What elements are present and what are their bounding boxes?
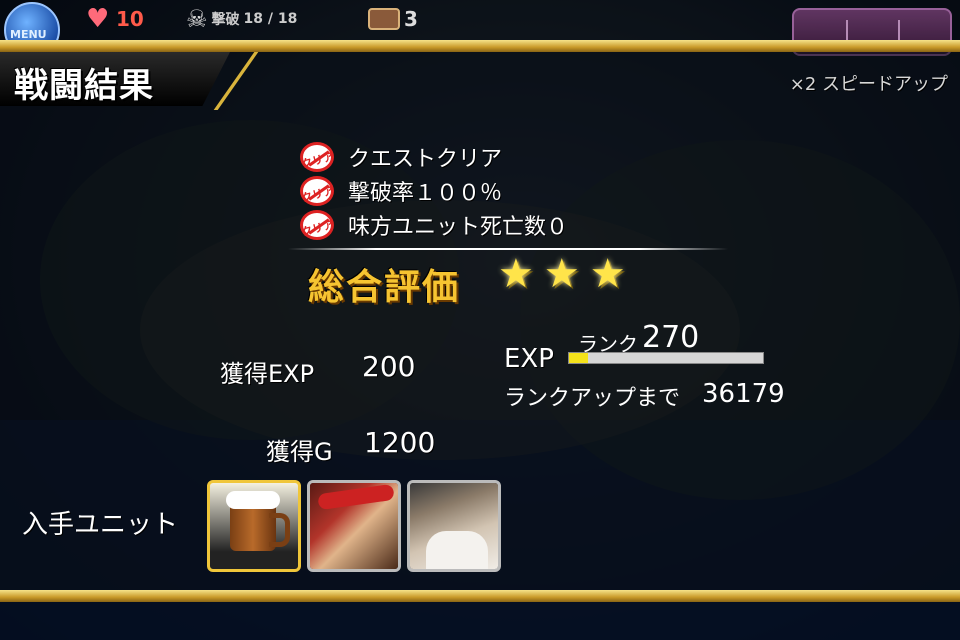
unit-slot-beer-mug[interactable] <box>207 480 301 572</box>
clear-badge-icon: クリア <box>300 176 335 206</box>
top-hud: MENU ♥ 10 ☠ 撃破 18 / 18 3 <box>0 0 960 58</box>
overall-rating-label: 総合評価 <box>308 267 461 308</box>
skull-icon: ☠ <box>186 5 208 33</box>
exp-progress-bar <box>568 352 764 364</box>
treasure-chest-icon <box>368 8 400 30</box>
beer-mug-icon <box>226 491 290 551</box>
pirate-portrait <box>310 483 398 569</box>
rankup-label: ランクアップまで <box>504 386 681 411</box>
exp-bar-label: EXP <box>504 344 554 374</box>
chest-value: 3 <box>404 7 418 31</box>
gold-earned-value: 1200 <box>364 426 436 459</box>
dwarf-portrait <box>410 483 498 569</box>
lives-value: 10 <box>116 7 144 31</box>
unit-slot-dwarf[interactable] <box>407 480 501 572</box>
gold-earned-label: 獲得G <box>266 438 333 466</box>
exp-progress-fill <box>569 353 589 363</box>
condition-item: クリア 味方ユニット死亡数０ <box>300 208 568 242</box>
condition-text: 味方ユニット死亡数０ <box>348 215 569 240</box>
lives-counter: ♥ 10 <box>86 4 144 34</box>
bottom-gold-band <box>0 590 960 602</box>
exp-earned-label: 獲得EXP <box>220 360 315 388</box>
kills-value: 18 / 18 <box>243 11 298 27</box>
star-icon: ★ <box>589 251 626 297</box>
rank-value: 270 <box>642 320 700 355</box>
star-icon: ★ <box>498 251 534 297</box>
kills-label: 撃破 <box>211 12 240 28</box>
rating-stars: ★ ★ ★ <box>498 254 626 294</box>
speed-up-label[interactable]: ×2 スピードアップ <box>790 70 948 96</box>
page-title: 戦闘結果 <box>14 66 154 106</box>
star-icon: ★ <box>543 251 580 297</box>
clear-badge-icon: クリア <box>300 142 335 172</box>
condition-item: クリア クエストクリア <box>300 140 568 174</box>
condition-item: クリア 撃破率１００％ <box>300 174 568 208</box>
divider <box>288 248 728 250</box>
clear-conditions: クリア クエストクリア クリア 撃破率１００％ クリア 味方ユニット死亡数０ <box>300 140 568 242</box>
unit-slot-pirate[interactable] <box>307 480 401 572</box>
obtained-units-label: 入手ユニット <box>22 510 179 540</box>
heart-icon: ♥ <box>86 4 110 34</box>
condition-text: クエストクリア <box>348 147 503 172</box>
clear-badge-icon: クリア <box>300 210 335 240</box>
rankup-value: 36179 <box>702 379 785 409</box>
exp-earned-value: 200 <box>362 350 416 383</box>
condition-text: 撃破率１００％ <box>348 181 503 206</box>
chest-counter: 3 <box>368 4 418 34</box>
kills-counter: ☠ 撃破 18 / 18 <box>186 4 297 34</box>
top-gold-band <box>0 40 960 52</box>
